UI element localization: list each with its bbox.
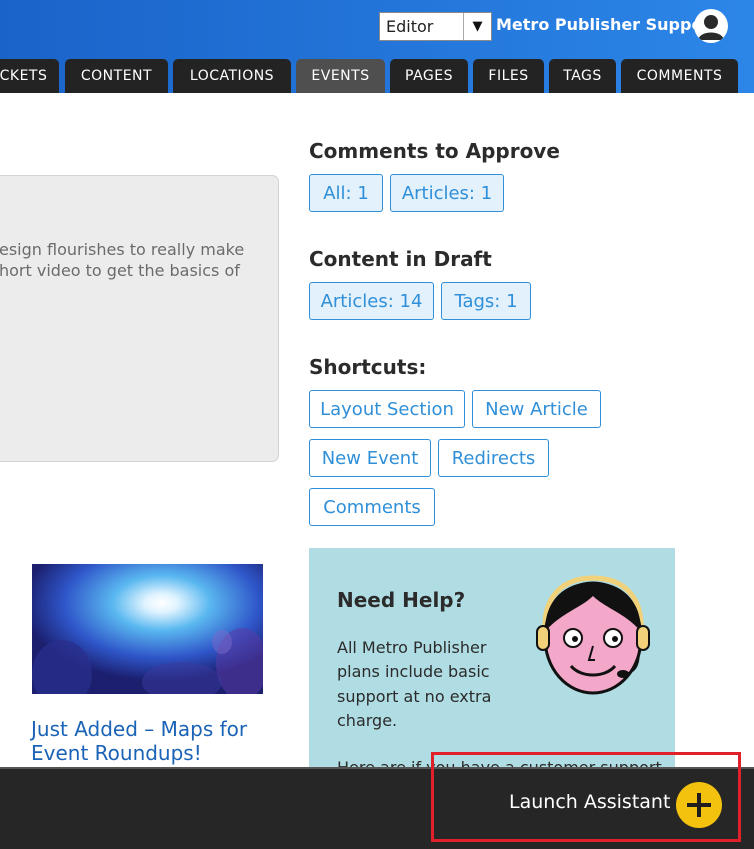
shortcut-new-event-button[interactable]: New Event bbox=[309, 439, 431, 477]
tab-tickets[interactable]: CKETS bbox=[0, 59, 59, 93]
tab-files[interactable]: FILES bbox=[473, 59, 544, 93]
content-in-draft-heading: Content in Draft bbox=[309, 247, 492, 271]
need-help-title: Need Help? bbox=[337, 588, 466, 612]
draft-articles-button[interactable]: Articles: 14 bbox=[309, 282, 434, 320]
role-select-value: Editor bbox=[386, 17, 434, 36]
intro-text-line: esign flourishes to really make bbox=[0, 240, 245, 259]
shortcut-new-article-button[interactable]: New Article bbox=[472, 390, 601, 428]
intro-video-card: esign flourishes to really make hort vid… bbox=[0, 175, 279, 462]
role-select[interactable]: Editor ▼ bbox=[379, 12, 492, 41]
main-nav-tabs: CKETS CONTENT LOCATIONS EVENTS PAGES FIL… bbox=[0, 59, 754, 93]
shortcut-comments-button[interactable]: Comments bbox=[309, 488, 435, 526]
shortcut-redirects-button[interactable]: Redirects bbox=[438, 439, 549, 477]
post-title-link[interactable]: Just Added – Maps for Event Roundups! bbox=[31, 717, 281, 765]
need-help-panel: Need Help? All Metro Publisher plans inc… bbox=[309, 548, 675, 768]
shortcut-layout-section-button[interactable]: Layout Section bbox=[309, 390, 465, 428]
tab-tags[interactable]: TAGS bbox=[549, 59, 616, 93]
tab-events[interactable]: EVENTS bbox=[296, 59, 385, 93]
tab-locations[interactable]: LOCATIONS bbox=[173, 59, 291, 93]
support-agent-illustration bbox=[535, 574, 651, 700]
comments-all-button[interactable]: All: 1 bbox=[309, 174, 383, 212]
help-text-line: charge. bbox=[337, 711, 398, 730]
help-text-line: All Metro Publisher bbox=[337, 638, 487, 657]
tab-comments[interactable]: COMMENTS bbox=[621, 59, 738, 93]
post-thumbnail-image[interactable] bbox=[32, 564, 263, 694]
tab-content[interactable]: CONTENT bbox=[65, 59, 168, 93]
tab-pages[interactable]: PAGES bbox=[390, 59, 468, 93]
user-avatar-icon[interactable] bbox=[694, 9, 728, 43]
top-header: Editor ▼ Metro Publisher Support CKETS C… bbox=[0, 0, 754, 93]
help-text-line: plans include basic bbox=[337, 662, 490, 681]
account-name[interactable]: Metro Publisher Support bbox=[496, 15, 718, 34]
comments-to-approve-heading: Comments to Approve bbox=[309, 139, 560, 163]
highlight-annotation bbox=[431, 752, 741, 842]
shortcuts-heading: Shortcuts: bbox=[309, 355, 427, 379]
chevron-down-icon[interactable]: ▼ bbox=[463, 13, 491, 40]
intro-text-line: hort video to get the basics of bbox=[0, 261, 240, 280]
help-text-line: support at no extra bbox=[337, 687, 492, 706]
comments-articles-button[interactable]: Articles: 1 bbox=[390, 174, 504, 212]
draft-tags-button[interactable]: Tags: 1 bbox=[441, 282, 531, 320]
